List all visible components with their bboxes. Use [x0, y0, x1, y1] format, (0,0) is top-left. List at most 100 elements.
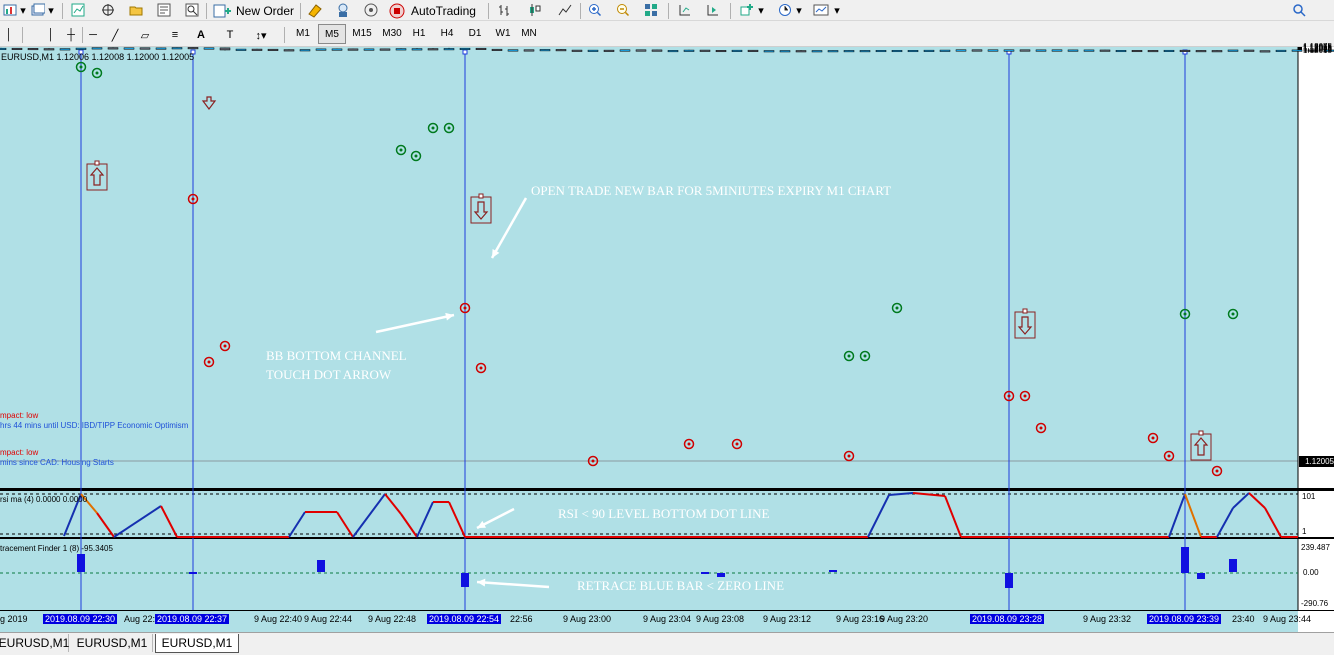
annotation-retrace: RETRACE BLUE BAR < ZERO LINE [577, 578, 785, 593]
new-order-button[interactable]: New Order [212, 2, 294, 20]
candle [1291, 49, 1303, 52]
bb-signal-dot-red [731, 438, 743, 450]
tab-eurusd-m1-b[interactable]: EURUSD,M1 [72, 634, 153, 652]
time-marker-label: 2019.08.09 23:39 [1147, 614, 1222, 624]
candle [699, 49, 711, 52]
timeframe-h4-button[interactable]: H4 [435, 24, 459, 42]
meta-editor-icon[interactable] [306, 1, 324, 19]
candle [971, 49, 983, 52]
candle [1003, 49, 1015, 52]
dropdown-arrow-icon[interactable]: ▾ [18, 1, 28, 19]
rsi-ma-line-segment [96, 512, 115, 538]
down-arrow-icon [1014, 308, 1036, 339]
dropdown-arrow-icon[interactable]: ▾ [756, 1, 766, 19]
candle [315, 48, 327, 51]
strategy-tester-icon[interactable] [184, 1, 200, 19]
rsi-ma-line-segment [160, 505, 178, 538]
cursor-icon[interactable]: │ [2, 26, 16, 44]
chart-window[interactable]: EURUSD,M1 1.12006 1.12008 1.12000 1.1200… [0, 42, 1334, 632]
tab-eurusd-m1-active[interactable]: EURUSD,M1 [155, 634, 239, 653]
candle [859, 50, 871, 53]
community-icon[interactable] [362, 1, 380, 19]
candlestick-icon[interactable] [526, 1, 544, 19]
periods-clock-icon[interactable] [776, 1, 794, 19]
timeframe-mn-button[interactable]: MN [517, 24, 541, 42]
autotrading-button[interactable]: AutoTrading [388, 2, 476, 20]
vline-handle[interactable] [462, 49, 468, 55]
indicators-icon[interactable] [738, 1, 756, 19]
bar-chart-icon[interactable] [496, 1, 514, 19]
equidistant-channel-icon[interactable]: ▱ [136, 26, 154, 44]
terminal-icon[interactable] [156, 1, 172, 19]
rsi-ma-line-segment [336, 511, 354, 538]
new-chart-icon[interactable] [2, 1, 18, 19]
chart-canvas[interactable] [0, 47, 1334, 632]
candle [203, 47, 215, 50]
dropdown-arrow-icon[interactable]: ▾ [46, 1, 56, 19]
time-tick-label: 22:56 [510, 614, 533, 624]
down-arrow-icon [470, 193, 492, 224]
text-label-icon[interactable]: T [222, 26, 238, 44]
event-text-1: hrs 44 mins until USD: IBD/TIPP Economic… [0, 421, 189, 430]
zoom-in-icon[interactable] [586, 1, 604, 19]
time-marker-label: 2019.08.09 23:28 [970, 614, 1045, 624]
market-watch-icon[interactable] [70, 1, 86, 19]
candle [1131, 50, 1143, 53]
rsi-ma-line-segment [1168, 493, 1186, 538]
time-tick-label: 23:40 [1232, 614, 1255, 624]
chart-shift-icon[interactable] [676, 1, 694, 19]
candle [171, 47, 183, 50]
timeframe-w1-button[interactable]: W1 [491, 24, 515, 42]
timeframe-m1-button[interactable]: M1 [290, 24, 316, 42]
text-tool-icon[interactable]: A [194, 26, 208, 44]
zoom-out-icon[interactable] [614, 1, 632, 19]
candle [715, 50, 727, 53]
timeframe-m15-button[interactable]: M15 [348, 24, 376, 42]
vertical-line-icon[interactable]: │ [44, 26, 58, 44]
dropdown-arrow-icon[interactable]: ▾ [794, 1, 804, 19]
candle [587, 49, 599, 52]
tab-eurusd-m1-a[interactable]: EURUSD,M1 [0, 634, 69, 652]
timeframe-d1-button[interactable]: D1 [463, 24, 487, 42]
rsi-ma-line-segment [416, 501, 434, 538]
rsi-ma-line-segment [288, 511, 306, 538]
candle [107, 47, 119, 50]
dropdown-arrow-icon[interactable]: ▾ [832, 1, 842, 19]
candle [987, 49, 999, 52]
candle [1243, 49, 1255, 52]
fibonacci-icon[interactable]: ≡ [166, 26, 184, 44]
tile-windows-icon[interactable] [642, 1, 660, 19]
up-arrow-icon [86, 160, 108, 191]
signals-icon[interactable] [334, 1, 352, 19]
candle [1211, 50, 1223, 53]
candle [0, 47, 7, 50]
candle [811, 50, 823, 53]
rsi-ma-line-segment [1216, 507, 1234, 538]
arrows-icon[interactable]: ↕▾ [252, 26, 270, 44]
search-icon[interactable] [1290, 1, 1308, 19]
autoscroll-icon[interactable] [704, 1, 722, 19]
rsi-ma-line-segment [448, 501, 466, 538]
bb-signal-dot-green [859, 350, 871, 362]
timeframe-h1-button[interactable]: H1 [407, 24, 431, 42]
rsi-ma-line-segment [352, 493, 386, 538]
candle [91, 47, 103, 50]
trendline-icon[interactable]: ╱ [108, 26, 122, 44]
bb-signal-dot-green [395, 144, 407, 156]
templates-icon[interactable] [812, 1, 830, 19]
candle [891, 50, 903, 53]
timeframe-m30-button[interactable]: M30 [378, 24, 406, 42]
rsi-panel-label: rsi ma (4) 0.0000 0.0000 [0, 495, 88, 504]
rsi-panel-separator [0, 488, 1334, 491]
candle [1067, 49, 1079, 52]
candle [123, 47, 135, 50]
line-chart-icon[interactable] [556, 1, 574, 19]
timeframe-m5-button[interactable]: M5 [318, 24, 346, 44]
crosshair-icon[interactable]: ┼ [64, 26, 78, 44]
navigator-icon[interactable] [100, 1, 116, 19]
candle [571, 49, 583, 52]
folder-icon[interactable] [128, 1, 144, 19]
profiles-icon[interactable] [30, 1, 46, 19]
candle [443, 47, 455, 51]
horizontal-line-icon[interactable]: ─ [86, 26, 100, 44]
